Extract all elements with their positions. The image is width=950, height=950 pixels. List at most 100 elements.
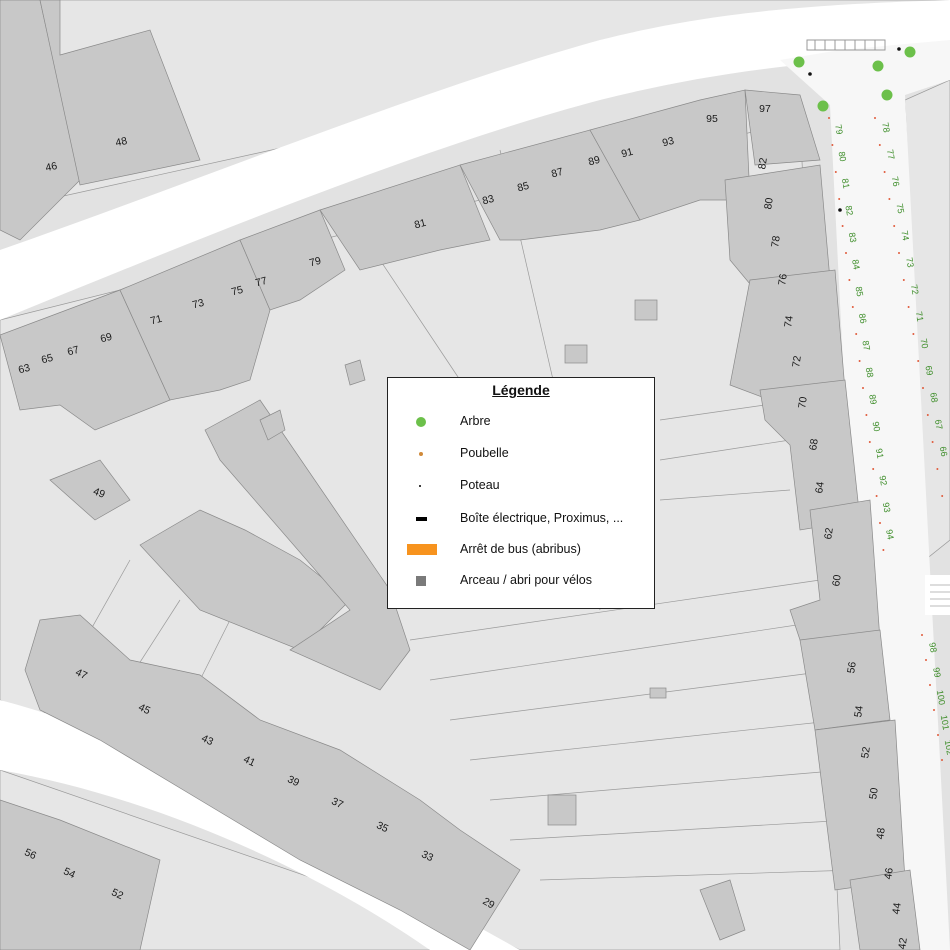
parking-marker (941, 759, 943, 761)
parking-number-label: 67 (933, 419, 945, 431)
legend-label-tree: Arbre (460, 414, 491, 428)
parking-marker (929, 684, 931, 686)
pole-symbol (838, 208, 842, 212)
parking-marker (851, 306, 854, 308)
legend-item-bin: Poubelle (388, 444, 654, 464)
house-number-label: 64 (813, 481, 827, 494)
parking-number-label: 69 (923, 365, 935, 377)
parking-number-label: 83 (847, 232, 859, 244)
parking-number-label: 71 (914, 311, 926, 323)
house-number-label: 70 (796, 396, 810, 409)
parking-number-label: 94 (884, 529, 896, 541)
parking-number-label: 66 (938, 446, 950, 458)
parking-number-label: 78 (880, 122, 892, 134)
house-number-label: 54 (852, 705, 866, 718)
parking-number-label: 70 (919, 338, 931, 350)
house-number-label: 82 (756, 157, 770, 170)
parking-marker (921, 634, 923, 636)
parking-number-label: 87 (860, 340, 872, 352)
house-number-label: 44 (890, 902, 904, 915)
building-56 (799, 629, 891, 731)
tree-symbol (793, 56, 805, 68)
parking-marker (888, 198, 891, 200)
house-number-label: 56 (845, 661, 859, 674)
parking-marker (831, 144, 834, 146)
map-view[interactable]: 46 48 63 65 67 69 71 73 75 77 79 81 83 85 87 89 91 93 95 97… (0, 0, 950, 950)
parking-number-label: 75 (895, 203, 907, 215)
parking-number-label: 76 (890, 176, 902, 188)
house-number-label: 68 (807, 438, 821, 451)
small-shed-3 (547, 794, 577, 826)
parking-marker (845, 252, 847, 254)
parking-number-label: 84 (850, 259, 862, 271)
parking-marker (902, 279, 905, 281)
parking-marker (828, 117, 830, 119)
crosswalk (925, 575, 950, 615)
parking-number-label: 99 (931, 667, 943, 679)
parking-number-label: 79 (833, 124, 845, 136)
house-number-label: 46 (882, 867, 896, 880)
parking-number-label: 90 (871, 421, 883, 433)
parking-marker (841, 225, 844, 227)
bin-icon (419, 452, 423, 456)
legend-item-bike: Arceau / abri pour vélos (388, 571, 654, 591)
parking-number-label: 72 (909, 284, 921, 296)
house-number-label: 42 (896, 937, 910, 950)
parking-marker (879, 522, 881, 524)
parking-marker (941, 495, 944, 497)
parking-marker (922, 387, 924, 389)
parking-marker (838, 198, 841, 200)
parking-number-label: 68 (928, 392, 940, 404)
parking-marker (862, 387, 864, 389)
legend-item-tree: Arbre (388, 412, 654, 432)
parking-number-label: 88 (864, 367, 876, 379)
tree-symbol (881, 89, 893, 101)
parking-number-label: 86 (857, 313, 869, 325)
house-number-label: 97 (759, 103, 771, 115)
parking-number-label: 91 (874, 448, 886, 460)
house-number-label: 76 (776, 273, 790, 286)
parking-number-label: 73 (904, 257, 916, 269)
parking-marker (848, 279, 851, 281)
parking-number-label: 93 (881, 502, 893, 514)
house-number-label: 74 (782, 315, 796, 328)
parking-number-label: 92 (877, 475, 889, 487)
tree-symbol (904, 46, 916, 58)
house-number-label: 52 (859, 746, 873, 759)
parking-marker (926, 414, 929, 416)
parking-number-label: 98 (927, 642, 939, 654)
parking-marker (874, 117, 876, 119)
parking-marker (912, 333, 915, 335)
pole-symbol (897, 47, 901, 51)
legend-panel: Légende Arbre Poubelle Poteau Boîte élec… (387, 377, 655, 609)
small-shed-1 (564, 344, 588, 364)
parking-marker (898, 252, 900, 254)
parking-marker (937, 734, 939, 736)
parking-marker (907, 306, 910, 308)
parking-marker (878, 144, 881, 146)
parking-number-label: 82 (843, 205, 855, 217)
house-number-label: 72 (790, 355, 804, 368)
parking-marker (936, 468, 939, 470)
tree-symbol (872, 60, 884, 72)
parking-number-label: 74 (899, 230, 911, 242)
parking-number-label: 80 (837, 151, 849, 163)
bike-rack-icon (416, 576, 426, 586)
house-number-label: 95 (706, 113, 718, 125)
parking-marker (865, 414, 868, 416)
house-number-label: 62 (822, 527, 836, 540)
parking-marker (875, 495, 878, 497)
house-number-label: 80 (762, 197, 776, 210)
pole-icon (419, 485, 421, 487)
buildings-46-42 (849, 869, 921, 950)
parking-marker (855, 333, 858, 335)
parking-marker (925, 659, 927, 661)
parking-number-label: 85 (854, 286, 866, 298)
house-number-label: 48 (874, 827, 888, 840)
tree-symbol (817, 100, 829, 112)
house-number-label: 78 (769, 235, 783, 248)
legend-label-pole: Poteau (460, 478, 500, 492)
tree-icon (416, 417, 426, 427)
house-number-label: 60 (830, 574, 844, 587)
parking-number-label: 89 (867, 394, 879, 406)
